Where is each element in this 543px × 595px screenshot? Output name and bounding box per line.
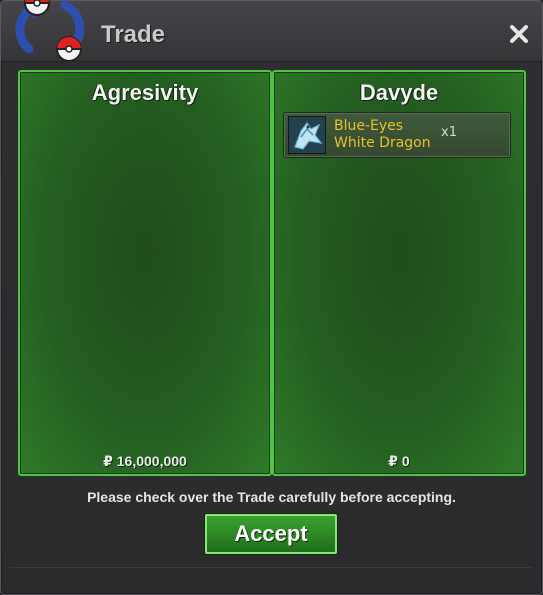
trade-item[interactable]: Blue-Eyes White Dragon x1 — [283, 112, 511, 158]
left-trade-panel: Agresivity ₽ 16,000,000 — [18, 70, 272, 476]
right-trade-panel: Davyde Blue-Eyes White Dragon x1 ₽ 0 — [272, 70, 526, 476]
item-name: Blue-Eyes White Dragon — [334, 118, 444, 152]
title-bar[interactable]: Trade — [1, 0, 542, 62]
pokeball-swap-icon — [15, 0, 85, 62]
bottom-bar — [9, 567, 532, 584]
left-money-offer: ₽ 16,000,000 — [103, 453, 187, 469]
trade-notice: Please check over the Trade carefully be… — [87, 489, 456, 505]
right-player-name: Davyde — [359, 80, 439, 105]
item-name-line2: White Dragon — [334, 135, 431, 151]
right-money-offer: ₽ 0 — [388, 453, 410, 469]
window-title: Trade — [101, 21, 166, 48]
blue-eyes-white-dragon-icon — [288, 116, 326, 154]
close-icon[interactable] — [508, 23, 530, 45]
trade-window: Trade Agresivity ₽ 16,000,000 Davyde Blu… — [0, 0, 543, 595]
accept-button[interactable]: Accept — [205, 514, 337, 554]
left-player-name: Agresivity — [91, 80, 199, 105]
item-name-line1: Blue-Eyes — [334, 118, 404, 134]
item-quantity: x1 — [441, 125, 457, 140]
